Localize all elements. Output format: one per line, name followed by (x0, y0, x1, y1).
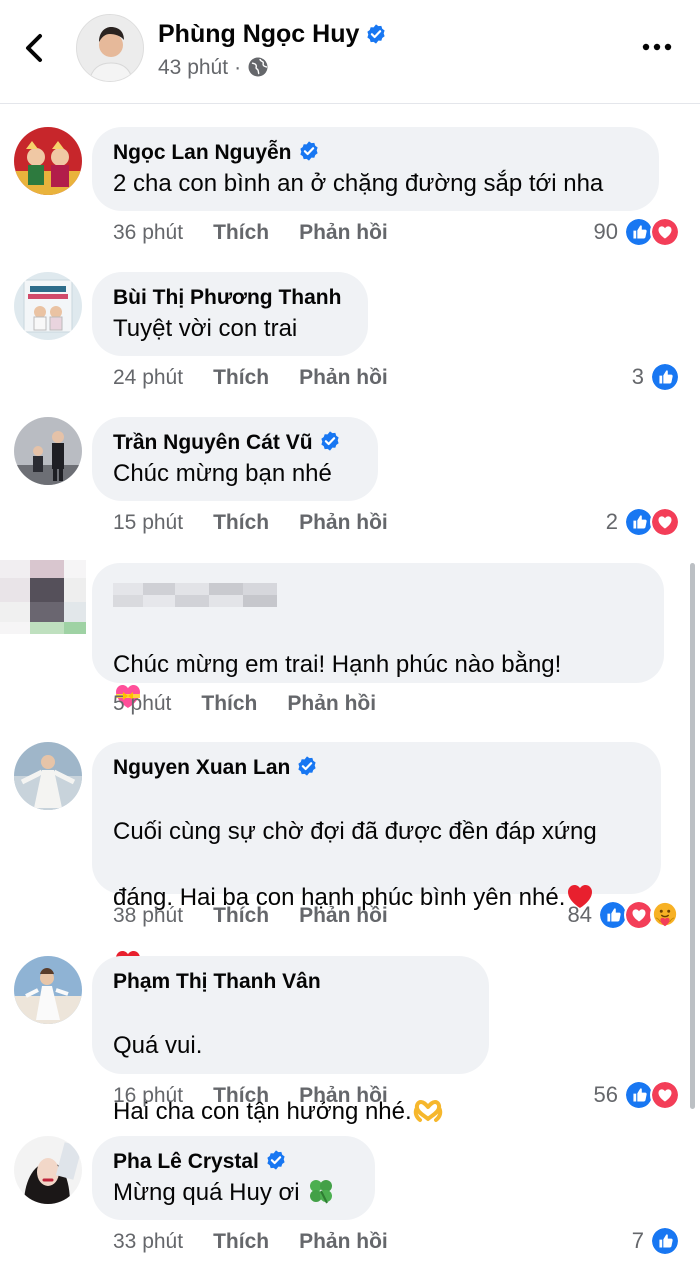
verified-badge-icon (265, 1149, 287, 1171)
comment-text: Tuyệt vời con trai (113, 315, 298, 342)
comment-text-line: Mừng quá Huy ơi (113, 1179, 300, 1206)
comment-actions: 24 phút Thích Phản hồi (113, 366, 388, 390)
commenter-avatar[interactable] (14, 742, 82, 810)
reaction-summary[interactable]: 90 (594, 217, 680, 247)
pixelated-name (111, 575, 283, 609)
like-button[interactable]: Thích (213, 1230, 269, 1254)
commenter-name[interactable]: Ngọc Lan Nguyễn (113, 139, 637, 167)
reply-button[interactable]: Phản hồi (287, 692, 376, 716)
comment-time[interactable]: 38 phút (113, 904, 183, 928)
reaction-count: 3 (631, 364, 644, 389)
comment-time[interactable]: 33 phút (113, 1230, 183, 1254)
post-header: Phùng Ngọc Huy 43 phút · (0, 0, 700, 104)
comment-actions: 36 phút Thích Phản hồi (113, 221, 388, 245)
commenter-name[interactable]: Bùi Thị Phương Thanh (113, 284, 346, 312)
comment-actions: 16 phút Thích Phản hồi (113, 1084, 388, 1108)
reply-button[interactable]: Phản hồi (299, 511, 388, 535)
reaction-count: 56 (593, 1082, 618, 1107)
like-button[interactable]: Thích (213, 511, 269, 535)
comment-actions: 15 phút Thích Phản hồi (113, 511, 388, 535)
comment-bubble[interactable]: Nguyen Xuan Lan Cuối cùng sự chờ đợi đã … (92, 742, 661, 974)
like-button[interactable]: Thích (213, 221, 269, 245)
commenter-avatar[interactable] (14, 417, 82, 485)
heart-hands-emoji (413, 1100, 442, 1122)
comment-bubble[interactable]: Trần Nguyên Cát Vũ Chúc mừng bạn nhé (92, 417, 378, 501)
love-reaction-icon (650, 1080, 680, 1110)
meta-dot: · (234, 56, 242, 79)
pixelated-avatar (0, 560, 86, 634)
reply-button[interactable]: Phản hồi (299, 904, 388, 928)
verified-badge-icon (319, 430, 341, 452)
globe-icon (248, 57, 268, 77)
commenter-name[interactable]: Nguyen Xuan Lan (113, 754, 639, 782)
reaction-summary[interactable]: 2 (606, 507, 680, 537)
commenter-avatar[interactable] (14, 956, 82, 1024)
commenter-name-text[interactable]: Pha Lê Crystal (113, 1150, 259, 1173)
comment-text-line: Chúc mừng em trai! Hạnh phúc nào bằng! (113, 651, 562, 678)
comment-actions: 5 phút Thích Phản hồi (113, 692, 376, 716)
reply-button[interactable]: Phản hồi (299, 1084, 388, 1108)
reply-button[interactable]: Phản hồi (299, 1230, 388, 1254)
love-reaction-icon (650, 507, 680, 537)
author-name[interactable]: Phùng Ngọc Huy (158, 20, 387, 49)
like-button[interactable]: Thích (213, 904, 269, 928)
comment-actions: 38 phút Thích Phản hồi (113, 904, 388, 928)
comment-time[interactable]: 36 phút (113, 221, 183, 245)
comment-bubble[interactable]: Ngọc Lan Nguyễn 2 cha con bình an ở chặn… (92, 127, 659, 211)
reaction-count: 84 (567, 902, 592, 927)
commenter-avatar[interactable] (14, 272, 82, 340)
commenter-name[interactable]: Phạm Thị Thanh Vân (113, 968, 467, 996)
author-avatar[interactable] (76, 14, 144, 82)
love-reaction-icon (650, 217, 680, 247)
post-meta: 43 phút · (158, 56, 269, 80)
comment-time[interactable]: 15 phút (113, 511, 183, 535)
reaction-count: 2 (605, 509, 618, 534)
comment-time[interactable]: 5 phút (113, 692, 171, 716)
comment-time[interactable]: 24 phút (113, 366, 183, 390)
comment-bubble[interactable]: Bùi Thị Phương Thanh Tuyệt vời con trai (92, 272, 368, 356)
author-name-text[interactable]: Phùng Ngọc Huy (158, 20, 359, 48)
comment-actions: 33 phút Thích Phản hồi (113, 1230, 388, 1254)
verified-badge-icon (298, 140, 320, 162)
post-time[interactable]: 43 phút (158, 56, 228, 79)
like-button[interactable]: Thích (213, 1084, 269, 1108)
reaction-summary[interactable]: 84 (568, 900, 680, 930)
comment-bubble[interactable]: Pha Lê Crystal Mừng quá Huy ơi (92, 1136, 375, 1220)
comment-text-line: Cuối cùng sự chờ đợi đã được đền đáp xứn… (113, 818, 597, 845)
commenter-name-text[interactable]: Nguyen Xuan Lan (113, 756, 290, 779)
verified-badge-icon (365, 23, 387, 45)
comment-bubble[interactable]: Chúc mừng em trai! Hạnh phúc nào bằng! (92, 563, 664, 808)
scrollbar[interactable] (690, 563, 695, 1109)
back-arrow-icon[interactable] (18, 28, 50, 68)
comment-text: Chúc mừng bạn nhé (113, 460, 332, 487)
like-button[interactable]: Thích (213, 366, 269, 390)
commenter-name-text[interactable]: Trần Nguyên Cát Vũ (113, 431, 313, 454)
commenter-avatar[interactable] (14, 1136, 82, 1204)
comment-text: 2 cha con bình an ở chặng đường sắp tới … (113, 170, 604, 197)
reaction-count: 7 (631, 1228, 644, 1253)
like-reaction-icon (650, 362, 680, 392)
reaction-summary[interactable]: 56 (594, 1080, 680, 1110)
reply-button[interactable]: Phản hồi (299, 366, 388, 390)
comment-time[interactable]: 16 phút (113, 1084, 183, 1108)
reaction-count: 90 (593, 219, 618, 244)
four-leaf-clover-emoji (310, 1180, 333, 1204)
verified-badge-icon (296, 755, 318, 777)
commenter-name-text[interactable]: Phạm Thị Thanh Vân (113, 970, 321, 993)
like-button[interactable]: Thích (201, 692, 257, 716)
reaction-summary[interactable]: 7 (632, 1226, 680, 1256)
commenter-name[interactable]: Pha Lê Crystal (113, 1148, 353, 1176)
reaction-summary[interactable]: 3 (632, 362, 680, 392)
care-reaction-icon (650, 900, 680, 930)
commenter-name-text[interactable]: Bùi Thị Phương Thanh (113, 286, 341, 309)
comment-text-line: Quá vui. (113, 1032, 203, 1059)
like-reaction-icon (650, 1226, 680, 1256)
commenter-name[interactable]: Trần Nguyên Cát Vũ (113, 429, 356, 457)
commenter-name-text[interactable]: Ngọc Lan Nguyễn (113, 141, 292, 164)
commenter-avatar[interactable] (14, 127, 82, 195)
more-options-icon[interactable] (640, 34, 674, 60)
comment-text: Mừng quá Huy ơi (113, 1176, 353, 1209)
reply-button[interactable]: Phản hồi (299, 221, 388, 245)
comment-bubble[interactable]: Phạm Thị Thanh Vân Quá vui. Hai cha con … (92, 956, 489, 1125)
